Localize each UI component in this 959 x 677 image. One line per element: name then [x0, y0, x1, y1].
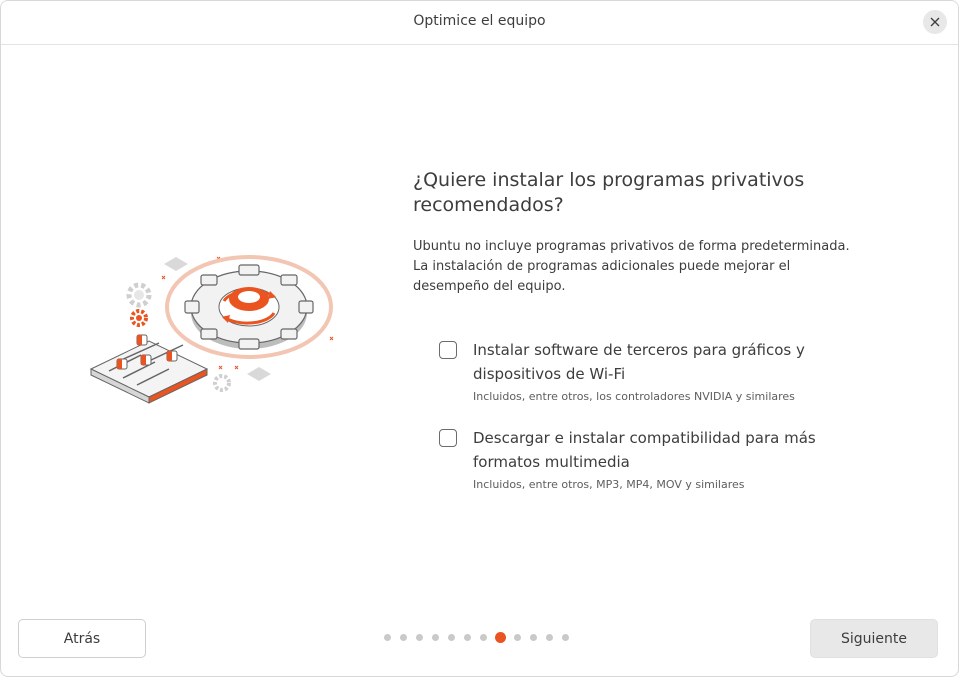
progress-dot-active: [495, 632, 506, 643]
page-description: Ubuntu no incluye programas privativos d…: [413, 239, 850, 294]
progress-dot: [448, 634, 455, 641]
close-icon: [930, 17, 940, 27]
progress-dot: [514, 634, 521, 641]
close-button[interactable]: [923, 10, 947, 34]
progress-dot: [546, 634, 553, 641]
progress-dot: [562, 634, 569, 641]
progress-dot: [400, 634, 407, 641]
third-party-software-label[interactable]: Instalar software de terceros para gráfi…: [473, 338, 853, 386]
media-formats-sublabel: Incluidos, entre otros, MP3, MP4, MOV y …: [473, 478, 745, 491]
progress-dot: [530, 634, 537, 641]
media-formats-label[interactable]: Descargar e instalar compatibilidad para…: [473, 426, 853, 474]
progress-dot: [384, 634, 391, 641]
progress-dot: [416, 634, 423, 641]
installer-window: Optimice el equipo ¿Quiere instalar los …: [0, 0, 959, 677]
media-formats-checkbox[interactable]: [439, 429, 457, 447]
title-bar: Optimice el equipo: [1, 1, 958, 45]
progress-dot: [464, 634, 471, 641]
progress-dot: [480, 634, 487, 641]
page-heading: ¿Quiere instalar los programas privativo…: [413, 169, 805, 216]
next-button[interactable]: Siguiente: [810, 619, 938, 658]
gear-settings-illustration: [89, 255, 334, 404]
third-party-software-sublabel: Incluidos, entre otros, los controladore…: [473, 390, 795, 403]
progress-dot: [432, 634, 439, 641]
back-button[interactable]: Atrás: [18, 619, 146, 658]
window-title: Optimice el equipo: [413, 13, 546, 29]
third-party-software-checkbox[interactable]: [439, 341, 457, 359]
